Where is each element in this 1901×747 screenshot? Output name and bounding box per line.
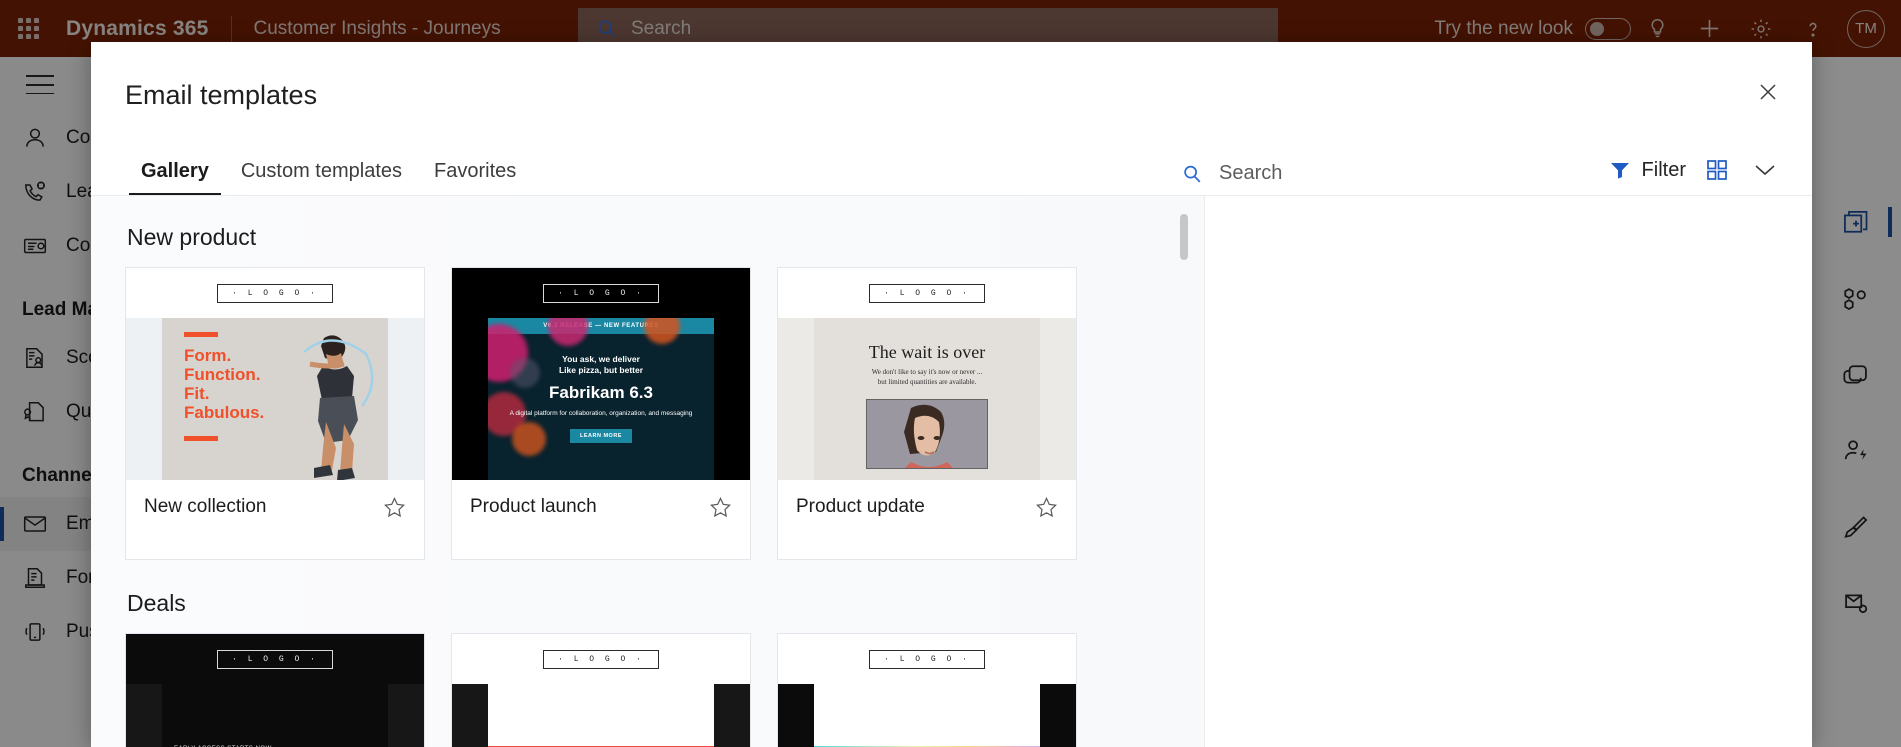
template-card-new-collection[interactable]: · L O G O · Form. Function. Fit. Fabulou… [125,267,425,560]
template-row: · L O G O · Form. Function. Fit. Fabulou… [125,267,1204,560]
search-input[interactable]: Search [1181,162,1282,185]
dialog-toolbar: Gallery Custom templates Favorites Searc… [91,138,1812,196]
chevron-down-icon[interactable] [1748,155,1782,185]
template-ribbon: V6.3 RELEASE — NEW FEATURES [488,318,714,334]
template-card-footer: New collection [126,480,424,559]
template-logo-text: · L O G O · [217,649,333,669]
page-title: Email templates [125,80,318,110]
email-templates-dialog: Email templates Gallery Custom templates… [91,42,1812,747]
filter-label: Filter [1641,158,1686,181]
template-card-footer: Product update [778,480,1076,559]
template-thumbnail: · L O G O · V6.3 RELEASE — NEW FEATURES … [452,268,750,480]
template-headline: Form. Function. Fit. Fabulous. [184,346,265,422]
dialog-body: New product · L O G O · Form. Function. … [91,196,1812,747]
thumbnail-illustration [303,335,374,480]
template-card-early-access[interactable]: · L O G O · EARLY ACCESS STARTS NOW [125,633,425,747]
template-name: New collection [144,496,267,517]
gallery-scrollbar[interactable] [1180,214,1188,727]
template-card-product-update[interactable]: · L O G O · The wait is over We don't li… [777,267,1077,560]
template-subtext: A digital platform for collaboration, or… [509,410,693,417]
template-subtext: We don't like to say it's now or never .… [871,368,983,386]
search-placeholder: Search [1219,162,1283,184]
template-headline: The wait is over [868,342,986,362]
template-thumbnail: · L O G O · [778,634,1076,747]
star-outline-icon[interactable] [1035,496,1058,524]
tab-gallery[interactable]: Gallery [125,160,225,195]
star-outline-icon[interactable] [383,496,406,524]
template-card-product-launch[interactable]: · L O G O · V6.3 RELEASE — NEW FEATURES … [451,267,751,560]
tab-custom-templates[interactable]: Custom templates [225,160,418,195]
thumbnail-portrait [867,400,987,468]
grid-view-icon[interactable] [1700,155,1734,185]
template-gallery[interactable]: New product · L O G O · Form. Function. … [91,196,1204,747]
template-logo-text: · L O G O · [869,649,985,669]
template-logo-text: · L O G O · [543,283,659,303]
template-card-gradient[interactable]: · L O G O · [777,633,1077,747]
filter-funnel-icon [1610,163,1629,179]
toolbar-actions: Filter [1610,155,1782,185]
template-logo-text: · L O G O · [543,649,659,669]
template-thumbnail: · L O G O · the cyber monday sale [452,634,750,747]
template-row: · L O G O · EARLY ACCESS STARTS NOW [125,633,1204,747]
template-name: Product launch [470,496,597,517]
screen-root: Dynamics 365 Customer Insights - Journey… [0,0,1901,747]
tab-list: Gallery Custom templates Favorites [125,160,532,195]
template-kicker: You ask, we deliver Like pizza, but bett… [558,354,644,375]
template-thumbnail: · L O G O · EARLY ACCESS STARTS NOW [126,634,424,747]
tab-favorites[interactable]: Favorites [418,160,532,195]
section-title: Deals [127,590,186,616]
template-logo-text: · L O G O · [869,283,985,303]
dialog-header: Email templates [91,42,1812,138]
star-outline-icon[interactable] [709,496,732,524]
template-preview-pane [1204,196,1812,747]
section-title: New product [127,224,257,250]
template-thumbnail: · L O G O · The wait is over We don't li… [778,268,1076,480]
close-icon[interactable] [1750,74,1786,110]
template-card-cyber-monday[interactable]: · L O G O · the cyber monday sale [451,633,751,747]
template-card-footer: Product launch [452,480,750,559]
template-name: Product update [796,496,925,517]
filter-button[interactable]: Filter [1610,159,1686,182]
search-icon [1184,165,1201,182]
template-cta-button: LEARN MORE [570,429,632,443]
template-thumbnail: · L O G O · Form. Function. Fit. Fabulou… [126,268,424,480]
template-logo-text: · L O G O · [217,283,333,303]
template-headline: Fabrikam 6.3 [549,383,653,402]
